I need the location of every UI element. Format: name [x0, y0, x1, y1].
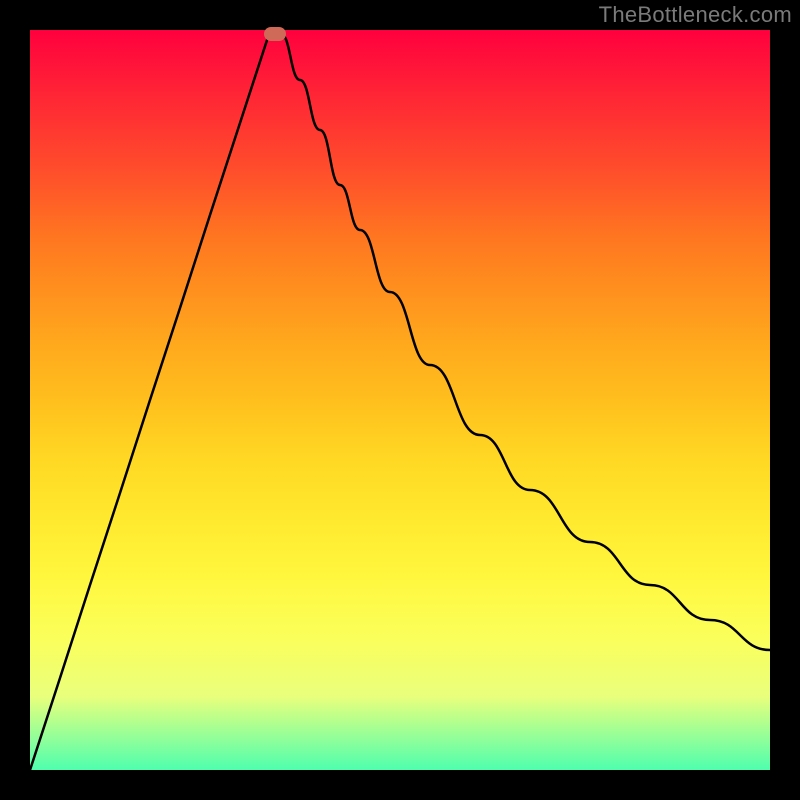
- chart-curves-svg: [30, 30, 770, 770]
- curve-left-branch: [30, 34, 269, 770]
- optimal-point-marker: [264, 27, 286, 41]
- watermark-text: TheBottleneck.com: [599, 2, 792, 28]
- chart-plot-area: [30, 30, 770, 770]
- curve-right-branch: [281, 34, 770, 650]
